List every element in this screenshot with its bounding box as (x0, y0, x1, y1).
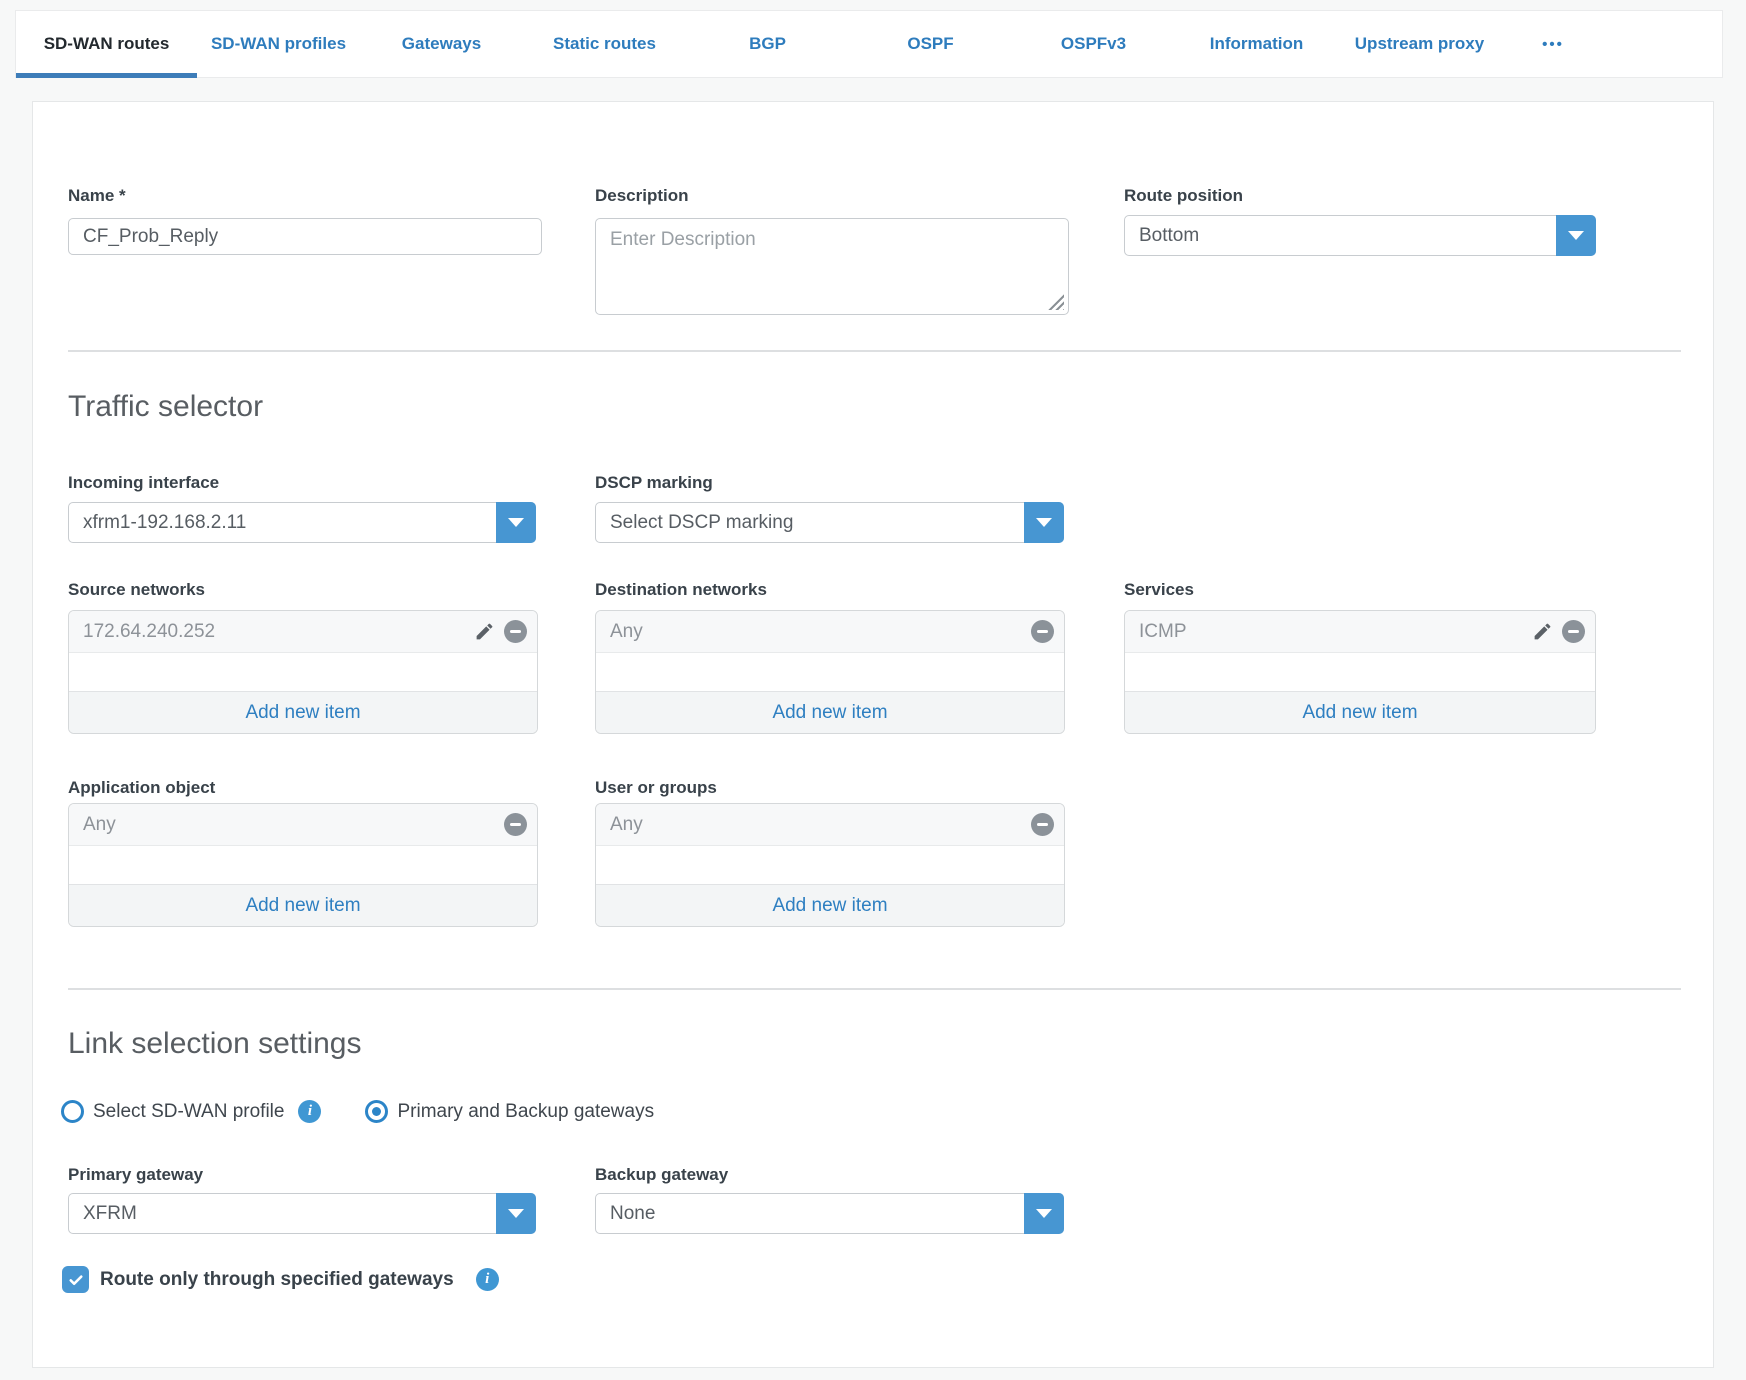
chevron-down-icon (1036, 1209, 1052, 1218)
add-new-item-button[interactable]: Add new item (1125, 691, 1595, 733)
chevron-down-icon (1568, 231, 1584, 240)
traffic-selector-title: Traffic selector (68, 390, 263, 424)
source-networks-label: Source networks (68, 580, 205, 600)
user-or-groups-label: User or groups (595, 778, 717, 798)
backup-gateway-label: Backup gateway (595, 1165, 728, 1185)
edit-pencil-icon[interactable] (474, 621, 495, 642)
incoming-interface-dropdown-button[interactable] (496, 502, 536, 543)
add-new-item-button[interactable]: Add new item (596, 691, 1064, 733)
list-item: Any (596, 611, 1064, 653)
incoming-interface-dropdown[interactable]: xfrm1-192.168.2.11 (68, 502, 536, 543)
tab-sdwan-routes[interactable]: SD-WAN routes (16, 11, 197, 77)
incoming-interface-label: Incoming interface (68, 473, 219, 493)
list-item-text: Any (83, 814, 116, 836)
primary-gateway-label: Primary gateway (68, 1165, 203, 1185)
list-item-text: Any (610, 814, 643, 836)
route-form-card: Name * Description Route position Bottom… (32, 101, 1714, 1368)
chevron-down-icon (508, 518, 524, 527)
services-listbox: ICMP Add new item (1124, 610, 1596, 734)
radio-select-sdwan-profile[interactable] (61, 1100, 84, 1123)
description-label: Description (595, 186, 689, 206)
tab-bgp[interactable]: BGP (686, 11, 849, 77)
chevron-down-icon (508, 1209, 524, 1218)
description-field-wrap (595, 218, 1069, 315)
source-networks-listbox: 172.64.240.252 Add new item (68, 610, 538, 734)
list-item-text: Any (610, 621, 643, 643)
remove-item-icon[interactable] (1562, 620, 1585, 643)
destination-networks-label: Destination networks (595, 580, 767, 600)
list-item: Any (596, 804, 1064, 846)
description-textarea[interactable] (595, 218, 1069, 315)
tab-static-routes[interactable]: Static routes (523, 11, 686, 77)
remove-item-icon[interactable] (1031, 813, 1054, 836)
primary-gateway-dropdown-button[interactable] (496, 1193, 536, 1234)
tab-gateways[interactable]: Gateways (360, 11, 523, 77)
radio-label: Primary and Backup gateways (397, 1101, 654, 1123)
remove-item-icon[interactable] (504, 620, 527, 643)
list-item: 172.64.240.252 (69, 611, 537, 653)
info-icon[interactable]: i (298, 1100, 321, 1123)
edit-pencil-icon[interactable] (1532, 621, 1553, 642)
list-item-text: ICMP (1139, 621, 1187, 643)
backup-gateway-dropdown-button[interactable] (1024, 1193, 1064, 1234)
application-object-label: Application object (68, 778, 215, 798)
name-input[interactable] (68, 218, 542, 255)
dscp-marking-label: DSCP marking (595, 473, 713, 493)
route-only-checkbox[interactable] (62, 1266, 89, 1293)
route-position-dropdown[interactable]: Bottom (1124, 215, 1596, 256)
user-or-groups-listbox: Any Add new item (595, 803, 1065, 927)
services-label: Services (1124, 580, 1194, 600)
route-position-value: Bottom (1125, 225, 1556, 247)
list-item-text: 172.64.240.252 (83, 621, 215, 643)
tab-ospfv3[interactable]: OSPFv3 (1012, 11, 1175, 77)
radio-label: Select SD-WAN profile (93, 1101, 284, 1123)
dscp-marking-dropdown[interactable]: Select DSCP marking (595, 502, 1064, 543)
route-only-checkbox-label: Route only through specified gateways (100, 1269, 454, 1291)
primary-gateway-value: XFRM (69, 1203, 496, 1225)
remove-item-icon[interactable] (504, 813, 527, 836)
add-new-item-button[interactable]: Add new item (596, 884, 1064, 926)
route-only-checkbox-row: Route only through specified gateways i (62, 1266, 499, 1293)
tab-bar: SD-WAN routes SD-WAN profiles Gateways S… (15, 10, 1723, 78)
sdwan-route-editor-page: SD-WAN routes SD-WAN profiles Gateways S… (0, 0, 1746, 1380)
destination-networks-listbox: Any Add new item (595, 610, 1065, 734)
tab-information[interactable]: Information (1175, 11, 1338, 77)
radio-primary-and-backup-gateways[interactable] (365, 1100, 388, 1123)
route-position-label: Route position (1124, 186, 1243, 206)
info-icon[interactable]: i (476, 1268, 499, 1291)
active-tab-underline (16, 73, 197, 78)
dscp-marking-dropdown-button[interactable] (1024, 502, 1064, 543)
list-item: Any (69, 804, 537, 846)
link-selection-title: Link selection settings (68, 1027, 362, 1061)
tab-ospf[interactable]: OSPF (849, 11, 1012, 77)
application-object-listbox: Any Add new item (68, 803, 538, 927)
add-new-item-button[interactable]: Add new item (69, 884, 537, 926)
add-new-item-button[interactable]: Add new item (69, 691, 537, 733)
backup-gateway-dropdown[interactable]: None (595, 1193, 1064, 1234)
primary-gateway-dropdown[interactable]: XFRM (68, 1193, 536, 1234)
section-divider (68, 988, 1681, 990)
chevron-down-icon (1036, 518, 1052, 527)
route-position-dropdown-button[interactable] (1556, 215, 1596, 256)
tab-upstream-proxy[interactable]: Upstream proxy (1338, 11, 1501, 77)
backup-gateway-value: None (596, 1203, 1024, 1225)
dscp-marking-value: Select DSCP marking (596, 512, 1024, 534)
list-item: ICMP (1125, 611, 1595, 653)
incoming-interface-value: xfrm1-192.168.2.11 (69, 512, 496, 534)
section-divider (68, 350, 1681, 352)
tab-label: SD-WAN routes (44, 34, 170, 54)
tab-sdwan-profiles[interactable]: SD-WAN profiles (197, 11, 360, 77)
link-selection-radio-group: Select SD-WAN profile i Primary and Back… (61, 1100, 654, 1123)
tab-more-ellipsis-icon[interactable]: ••• (1501, 11, 1605, 77)
remove-item-icon[interactable] (1031, 620, 1054, 643)
name-label: Name * (68, 186, 126, 206)
